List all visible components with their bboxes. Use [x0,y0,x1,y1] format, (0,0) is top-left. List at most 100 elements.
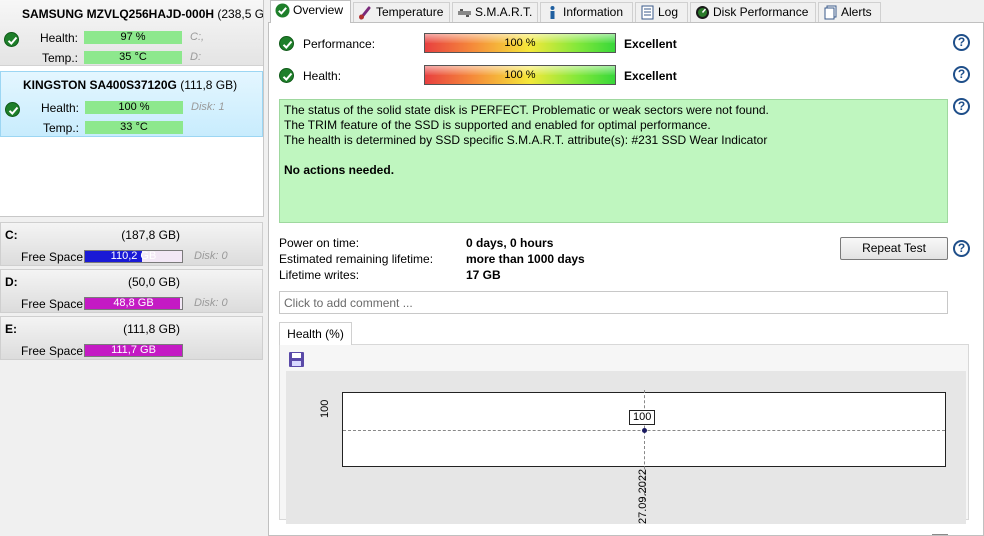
health-bar: 97 % [84,31,182,44]
volume-size: (111,8 GB) [123,322,180,336]
disk-name: SAMSUNG MZVLQ256HAJD-000H (238,5 GB) [22,7,264,21]
lifetime-value: more than 1000 days [466,252,585,266]
performance-label: Performance: [303,37,376,51]
temp-bar: 35 °C [84,51,182,64]
tab-information[interactable]: Information [540,2,633,22]
alerts-icon [823,5,838,20]
free-space-bar: 48,8 GB [84,297,183,310]
free-space-label: Free Space [21,250,84,264]
drive-hint: D: [190,51,201,63]
power-on-value: 0 days, 0 hours [466,236,554,250]
tab-smart[interactable]: S.M.A.R.T. [452,2,538,22]
volume-size: (187,8 GB) [121,228,180,242]
power-on-label: Power on time: [279,236,360,250]
performance-value: 100 % [504,37,536,49]
lifetime-label: Estimated remaining lifetime: [279,252,434,266]
tab-log[interactable]: Log [635,2,688,22]
tab-label: Information [563,5,624,19]
tab-label: Overview [293,3,344,17]
tab-label: Log [658,5,679,19]
x-tick-label: 27.09.2022 [637,468,649,524]
log-icon [640,5,655,20]
status-line: The status of the solid state disk is PE… [284,103,769,117]
data-point [642,428,647,433]
free-space-value: 111,7 GB [111,344,156,356]
disk-name: KINGSTON SA400S37120G (111,8 GB) [23,78,237,92]
volume-letter: C: [5,228,18,242]
status-action: No actions needed. [284,163,395,177]
health-label: Health: [39,31,78,45]
disk-model: KINGSTON SA400S37120G [23,78,177,92]
health-row: Health: 100 % Excellent [279,65,969,87]
performance-row: Performance: 100 % Excellent [279,33,969,55]
health-label: Health: [40,101,79,115]
volume-c[interactable]: C: (187,8 GB) Free Space 110,2 GB Disk: … [0,222,263,266]
volume-d[interactable]: D: (50,0 GB) Free Space 48,8 GB Disk: 0 [0,269,263,313]
health-bar: 100 % [85,101,183,114]
free-space-label: Free Space [21,297,84,311]
free-space-bar: 111,7 GB [84,344,183,357]
plot-area: 100 [342,390,946,500]
volume-e[interactable]: E: (111,8 GB) Free Space 111,7 GB [0,316,263,360]
left-panel: SAMSUNG MZVLQ256HAJD-000H (238,5 GB) Hea… [0,0,265,536]
temp-label: Temp.: [42,121,79,135]
disk-model: SAMSUNG MZVLQ256HAJD-000H [22,7,215,21]
status-line: The health is determined by SSD specific… [284,133,768,147]
disk-size: (111,8 GB) [180,78,238,92]
tab-temperature[interactable]: Temperature [353,2,450,22]
volume-letter: E: [5,322,17,336]
tab-disk-performance[interactable]: Disk Performance [690,2,816,22]
data-label: 100 [629,410,656,425]
thermometer-icon [358,5,373,20]
tab-label: Alerts [841,5,872,19]
tab-overview[interactable]: Overview [270,0,351,23]
health-graph: 100 100 27.09.2022 [279,344,969,535]
overview-panel: Performance: 100 % Excellent ? Health: 1… [268,22,984,536]
help-icon[interactable]: ? [953,66,970,83]
temp-bar: 33 °C [85,121,183,134]
drive-hint: C:, [190,31,205,43]
help-icon[interactable]: ? [953,240,970,257]
disk-item-kingston[interactable]: KINGSTON SA400S37120G (111,8 GB) Health:… [0,71,263,137]
health-value: 100 % [504,69,536,81]
tab-alerts[interactable]: Alerts [818,2,881,22]
health-bar: 100 % [424,65,616,85]
performance-bar: 100 % [424,33,616,53]
help-icon[interactable]: ? [953,34,970,51]
disk-list: SAMSUNG MZVLQ256HAJD-000H (238,5 GB) Hea… [0,0,264,217]
tab-health-graph[interactable]: Health (%) [279,322,352,345]
y-tick-label: 100 [319,399,331,418]
free-space-value: 110,2 GB [110,250,157,262]
comment-input[interactable] [279,291,948,314]
volume-size: (50,0 GB) [127,275,180,289]
temp-label: Temp.: [41,51,78,65]
health-rating: Excellent [624,69,677,83]
plot-background: 100 100 27.09.2022 [286,371,966,535]
disk-item-samsung[interactable]: SAMSUNG MZVLQ256HAJD-000H (238,5 GB) Hea… [0,0,263,66]
tab-label: S.M.A.R.T. [475,5,533,19]
writes-label: Lifetime writes: [279,268,360,282]
tab-label: Disk Performance [713,5,809,19]
tab-label: Temperature [376,5,444,19]
help-icon[interactable]: ? [953,98,970,115]
smart-icon [457,5,472,20]
free-space-bar: 110,2 GB [84,250,183,263]
check-ok-icon [279,36,294,51]
save-icon[interactable] [288,351,305,368]
check-ok-icon [275,3,290,18]
volume-disk: Disk: 0 [194,250,228,262]
volume-disk: Disk: 0 [194,297,228,309]
performance-rating: Excellent [624,37,677,51]
disk-hint: Disk: 1 [191,101,225,113]
free-space-value: 48,8 GB [113,297,154,309]
tab-bar: Overview Temperature S.M.A.R.T. Informat… [268,0,984,23]
health-label: Health: [303,69,342,83]
gauge-icon [695,5,710,20]
info-icon [545,5,560,20]
writes-value: 17 GB [466,268,501,282]
check-ok-icon [279,68,294,83]
disk-size: (238,5 GB) [217,7,264,21]
scroll-indicator [932,534,948,535]
repeat-test-button[interactable]: Repeat Test [840,237,948,260]
status-text-box: The status of the solid state disk is PE… [279,99,948,223]
